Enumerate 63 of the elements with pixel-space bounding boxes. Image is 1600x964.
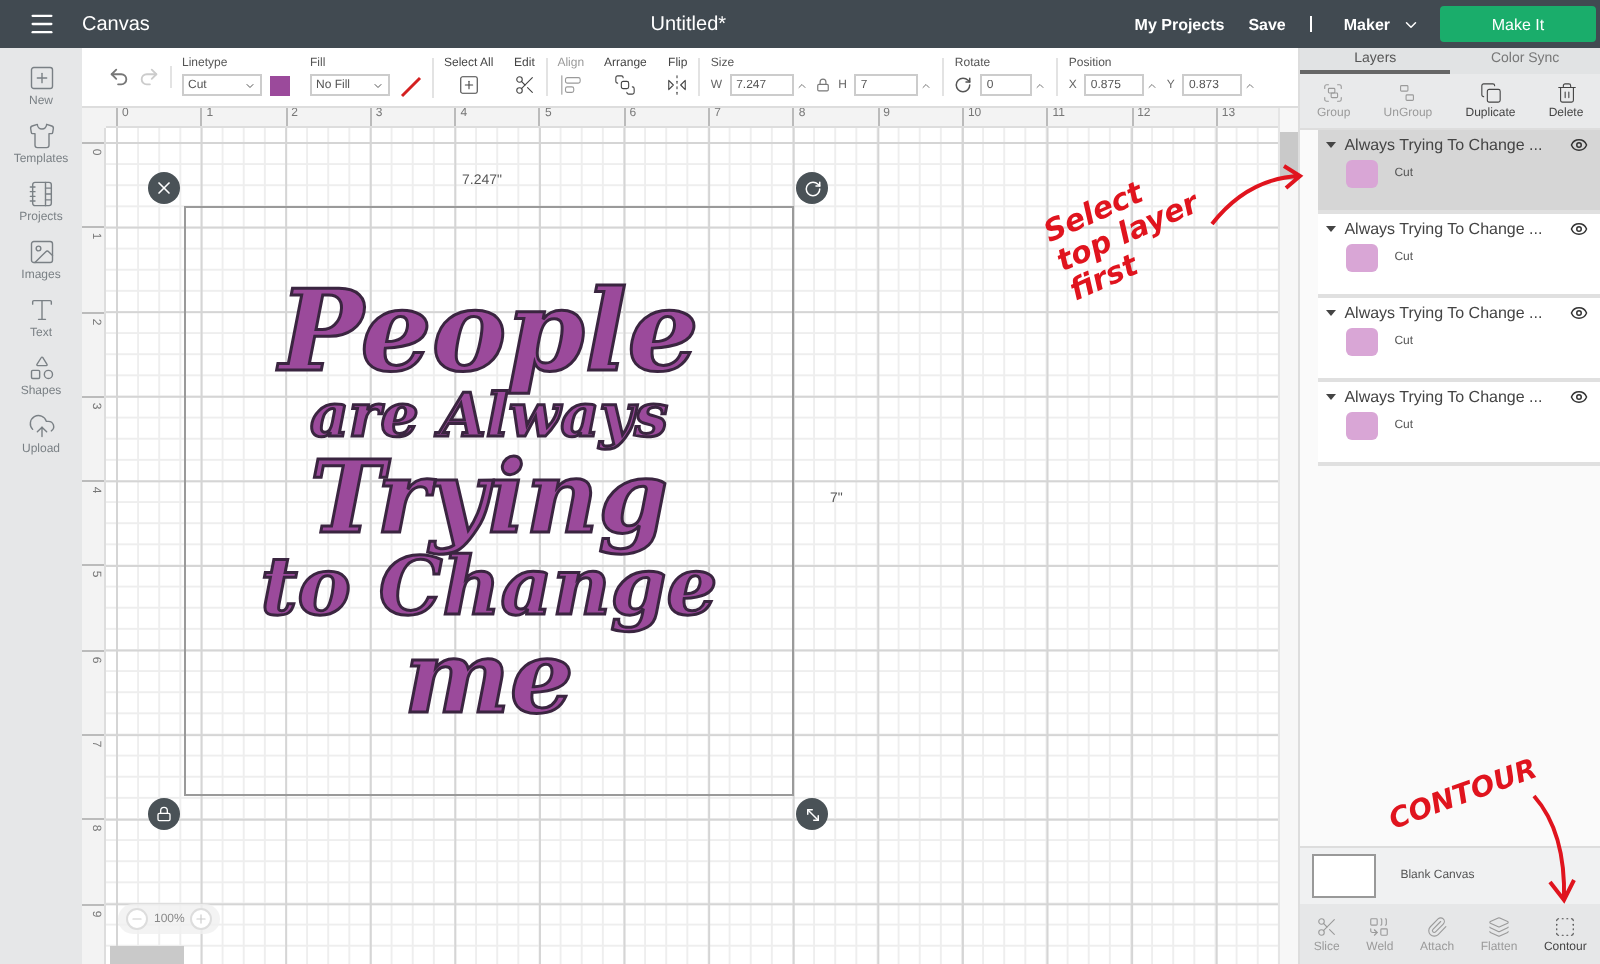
layers-icon xyxy=(1488,915,1510,937)
paperclip-icon xyxy=(1426,915,1449,937)
lock-icon[interactable] xyxy=(156,806,172,822)
top-link[interactable]: Save xyxy=(1248,15,1286,33)
lock-icon[interactable] xyxy=(816,78,831,92)
align-icon xyxy=(559,74,582,96)
flip-icon xyxy=(666,74,689,96)
group-icon xyxy=(1322,82,1345,104)
layer-title: Always Trying To Change ... xyxy=(1344,220,1545,238)
design-lettering: me xyxy=(404,627,574,727)
menu-icon[interactable] xyxy=(27,10,55,38)
contour-icon xyxy=(1554,915,1577,937)
design-lettering: are Always xyxy=(309,387,669,447)
eye-icon[interactable] xyxy=(1570,220,1588,238)
notebook-icon xyxy=(27,180,55,208)
top-link[interactable]: My Projects xyxy=(1134,15,1225,33)
layer-thumbnail xyxy=(1346,412,1379,440)
expand-caret-icon[interactable] xyxy=(1326,224,1337,234)
close-handle[interactable] xyxy=(148,172,180,204)
cloud-upload-icon xyxy=(27,412,55,440)
scissors-icon xyxy=(513,74,536,96)
text-icon xyxy=(27,296,55,324)
rotate-icon[interactable] xyxy=(803,179,821,197)
trash-icon xyxy=(1555,82,1578,104)
layer-title: Always Trying To Change ... xyxy=(1344,304,1545,322)
rotate-icon xyxy=(954,76,973,94)
rotate-handle[interactable] xyxy=(796,172,828,204)
image-icon xyxy=(27,238,55,266)
document-title: Untitled* xyxy=(648,13,729,35)
shapes-icon xyxy=(27,354,55,382)
undo-icon[interactable] xyxy=(108,66,130,88)
layer-title: Always Trying To Change ... xyxy=(1344,388,1545,406)
shirt-icon xyxy=(27,122,55,150)
select-all-icon xyxy=(457,74,480,96)
scrollbar-thumb[interactable] xyxy=(110,946,184,964)
eye-icon[interactable] xyxy=(1570,304,1588,322)
no-fill-icon[interactable] xyxy=(398,73,422,97)
layer-title: Always Trying To Change ... xyxy=(1344,136,1545,154)
layer-thumbnail xyxy=(1346,244,1379,272)
eye-icon[interactable] xyxy=(1570,388,1588,406)
plus-icon xyxy=(27,64,55,92)
resize-icon[interactable] xyxy=(803,805,821,823)
machine-dropdown[interactable]: Maker xyxy=(1343,15,1420,33)
linetype-color-swatch[interactable] xyxy=(270,75,290,95)
layer-thumbnail xyxy=(1346,328,1379,356)
caret-icon xyxy=(244,79,256,91)
expand-caret-icon[interactable] xyxy=(1326,308,1337,318)
section-title: Canvas xyxy=(82,13,152,35)
scissors-icon xyxy=(1315,915,1338,937)
layer-thumbnail xyxy=(1346,160,1379,188)
caret-icon xyxy=(372,79,384,91)
arrange-icon xyxy=(614,74,637,96)
eye-icon[interactable] xyxy=(1570,136,1588,154)
resize-handle[interactable] xyxy=(796,798,828,830)
annotation-arrow xyxy=(1208,168,1308,228)
weld-icon xyxy=(1368,915,1391,937)
close-icon[interactable] xyxy=(154,178,174,198)
lock-handle[interactable] xyxy=(148,798,180,830)
expand-caret-icon[interactable] xyxy=(1326,392,1337,402)
duplicate-icon xyxy=(1479,82,1502,104)
expand-caret-icon[interactable] xyxy=(1326,140,1337,150)
blank-canvas-swatch[interactable] xyxy=(1312,854,1377,898)
ungroup-icon xyxy=(1396,82,1419,104)
